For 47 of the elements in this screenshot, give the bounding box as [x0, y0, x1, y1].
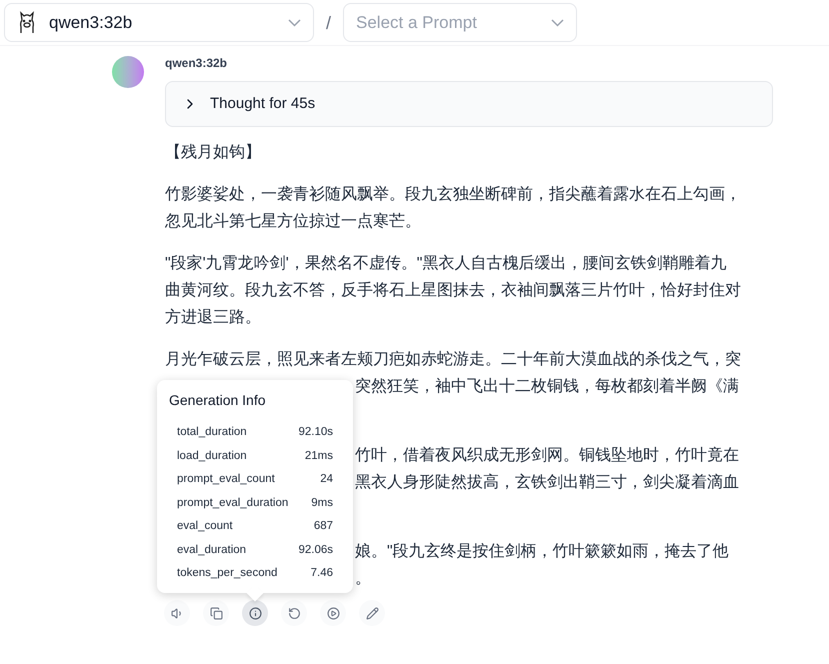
stat-label: prompt_eval_count — [177, 472, 275, 486]
story-text: 月光乍破云层，照见来者左颊刀疤如赤蛇游走。二十年前大漠血战的杀伐之气，突 — [165, 351, 741, 368]
story-text: 黑衣人身形陡然拔高，玄铁剑出鞘三寸，剑尖凝着滴血 — [355, 474, 739, 491]
edit-button[interactable] — [359, 600, 385, 626]
story-text: 突然狂笑，袖中飞出十二枚铜钱，每枚都刻着半阙《满 — [355, 378, 739, 395]
story-text: 方进退三路。 — [165, 309, 261, 326]
stat-value: 24 — [320, 472, 333, 486]
story-text: 忽见北斗第七星方位掠过一点寒芒。 — [165, 213, 421, 230]
continue-button[interactable] — [320, 600, 346, 626]
story-text: "段家'九霄龙吟剑'，果然名不虚传。"黑衣人自古槐后缓出，腰间玄铁剑鞘雕着九 — [165, 255, 726, 272]
story-text: 【残月如钩】 — [165, 144, 261, 161]
story-text: 。 — [355, 570, 371, 587]
story-text: 竹影婆娑处，一袭青衫随风飘举。段九玄独坐断碑前，指尖蘸着露水在石上勾画， — [165, 186, 741, 203]
story-text: 曲黄河纹。段九玄不答，反手将石上星图抹去，衣袖间飘落三片竹叶，恰好封住对 — [165, 282, 741, 299]
stat-value: 21ms — [304, 448, 333, 463]
model-select[interactable]: qwen3:32b — [4, 3, 314, 42]
avatar — [112, 56, 144, 88]
regenerate-button[interactable] — [281, 600, 307, 626]
copy-button[interactable] — [203, 600, 229, 626]
popup-title: Generation Info — [169, 391, 267, 410]
copy-icon — [210, 606, 222, 620]
info-button[interactable] — [242, 600, 268, 626]
stat-value: 687 — [314, 519, 333, 534]
read-aloud-button[interactable] — [164, 600, 190, 626]
stat-label: eval_count — [177, 519, 233, 534]
stat-label: total_duration — [177, 425, 247, 440]
thought-toggle[interactable]: Thought for 45s — [165, 81, 773, 127]
separator: / — [326, 12, 332, 34]
llama-icon — [17, 10, 37, 34]
refresh-icon — [288, 606, 300, 620]
chevron-down-icon — [288, 18, 301, 26]
play-icon — [326, 606, 340, 620]
stat-label: prompt_eval_duration — [177, 496, 288, 510]
stat-label: eval_duration — [177, 542, 246, 557]
info-icon — [248, 606, 262, 620]
pencil-icon — [366, 606, 378, 620]
chevron-down-icon — [551, 18, 564, 26]
stat-value: 92.10s — [298, 425, 333, 440]
author-name: qwen3:32b — [165, 57, 228, 69]
story-text: 竹叶，借着夜风织成无形剑网。铜钱坠地时，竹叶竟在 — [355, 447, 739, 464]
speaker-icon — [170, 606, 184, 620]
stat-value: 92.06s — [298, 542, 333, 557]
stat-label: load_duration — [177, 448, 247, 463]
stat-value: 9ms — [311, 496, 333, 510]
story-text: 娘。"段九玄终是按住剑柄，竹叶簌簌如雨，掩去了他 — [355, 543, 729, 560]
stat-value: 7.46 — [310, 566, 333, 580]
stat-label: tokens_per_second — [177, 566, 278, 580]
